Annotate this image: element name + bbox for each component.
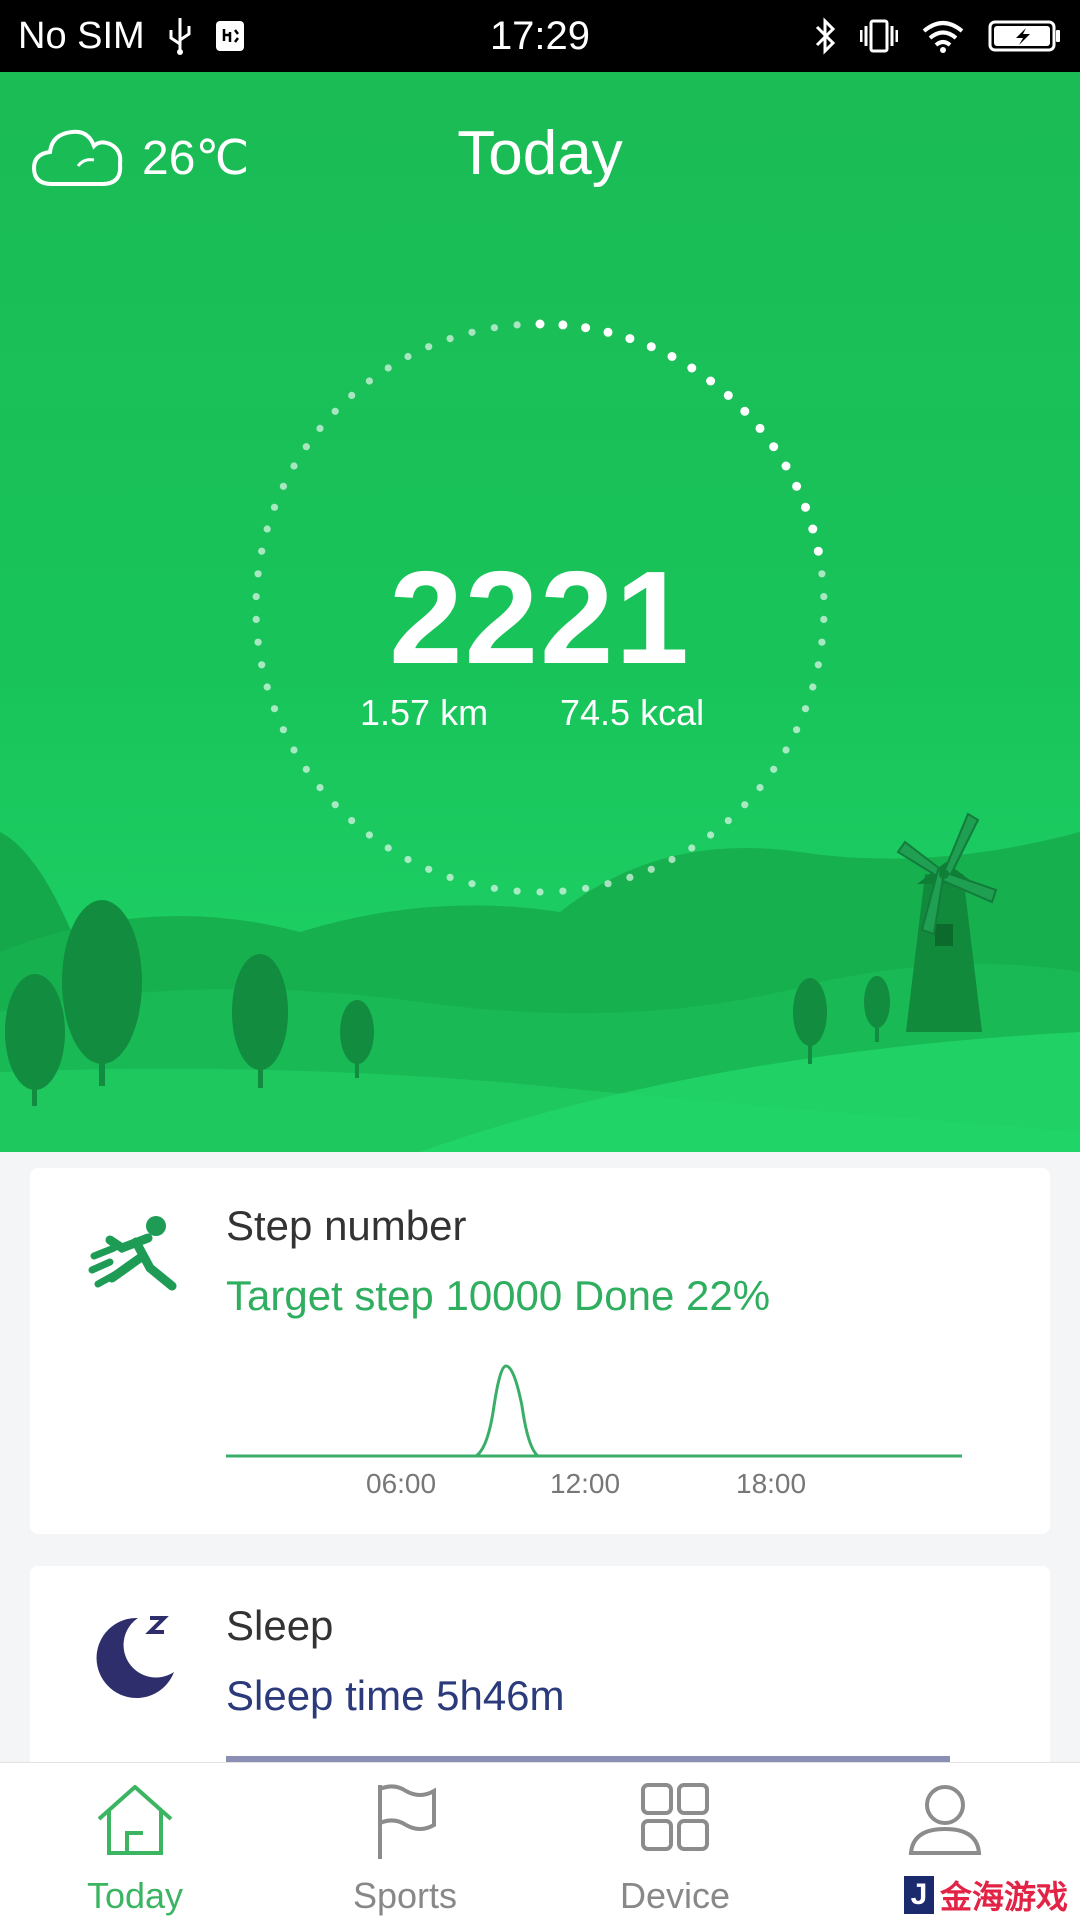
progress-dot <box>270 503 279 511</box>
progress-dot <box>384 844 392 852</box>
battery-charging-icon <box>988 19 1062 53</box>
progress-dot <box>687 363 697 373</box>
watermark-text: 金海游戏 <box>940 1879 1069 1915</box>
progress-dot <box>793 726 801 734</box>
progress-dot <box>558 320 568 330</box>
wifi-icon <box>922 19 964 53</box>
progress-dot <box>781 461 791 471</box>
progress-dot <box>706 376 716 386</box>
grid-icon <box>540 1781 810 1853</box>
progress-dot <box>490 884 498 892</box>
time-tick-0600: 06:00 <box>366 1468 437 1499</box>
nav-item-sports[interactable]: Sports <box>270 1763 540 1921</box>
progress-dot <box>468 328 476 336</box>
progress-dot <box>604 880 612 888</box>
progress-dot <box>290 746 298 754</box>
progress-dot <box>801 502 810 512</box>
progress-dot <box>279 726 287 734</box>
today-summary-hero: 26℃ Today 2221 1.57 km 74.5 kcal <box>0 72 1080 1152</box>
progress-dot <box>290 462 298 470</box>
progress-dot <box>302 443 310 451</box>
progress-dot <box>446 873 454 882</box>
progress-dot <box>302 765 310 773</box>
step-count: 2221 <box>389 544 691 691</box>
user-icon <box>810 1781 1080 1857</box>
progress-dot <box>755 423 765 433</box>
moon-sleep-icon <box>88 1610 178 1705</box>
progress-dot <box>279 482 287 490</box>
progress-dot <box>688 844 696 852</box>
status-bar: No SIM 17:29 <box>0 0 1080 72</box>
progress-dot <box>513 887 521 895</box>
progress-dot <box>756 784 764 792</box>
progress-dot <box>404 352 412 361</box>
progress-dot <box>384 364 392 372</box>
progress-dot <box>668 855 676 864</box>
progress-dot <box>581 323 591 333</box>
progress-dot <box>741 801 749 809</box>
sleep-time-text: Sleep time 5h46m <box>226 1672 565 1719</box>
step-sparkline <box>226 1364 962 1458</box>
progress-dot <box>425 865 433 873</box>
progress-dot <box>365 831 373 839</box>
progress-dot <box>792 481 802 491</box>
calories-value: 74.5 kcal <box>560 692 705 733</box>
progress-dot <box>647 865 655 873</box>
nav-label-device: Device <box>619 1875 731 1916</box>
progress-dot <box>425 343 433 351</box>
nav-item-today[interactable]: Today <box>0 1763 270 1921</box>
progress-dot <box>348 817 356 825</box>
progress-dot <box>707 831 715 839</box>
time-tick-1800: 18:00 <box>736 1468 807 1499</box>
progress-dot <box>365 377 373 385</box>
progress-dot <box>626 873 634 882</box>
flag-icon <box>270 1781 540 1861</box>
progress-dot <box>404 855 412 864</box>
progress-dot <box>769 442 779 452</box>
home-icon <box>0 1781 270 1859</box>
progress-dot <box>331 801 339 809</box>
distance-value: 1.57 km <box>360 692 489 733</box>
progress-dot <box>316 784 324 792</box>
progress-dot <box>316 424 324 432</box>
nav-label-sports: Sports <box>352 1875 458 1916</box>
progress-dot <box>646 342 656 352</box>
runner-icon <box>88 1212 178 1301</box>
watermark-mark: J <box>904 1876 934 1914</box>
watermark-logo: J 金海游戏 <box>904 1872 1068 1918</box>
progress-dot <box>667 352 677 361</box>
nav-label-today: Today <box>86 1875 184 1916</box>
vibrate-icon <box>860 18 898 54</box>
step-card-title: Step number <box>226 1202 467 1249</box>
progress-dot <box>625 334 635 344</box>
time-tick-1200: 12:00 <box>550 1468 621 1499</box>
step-target-text: Target step 10000 Done 22% <box>226 1272 771 1319</box>
progress-dot <box>263 525 271 533</box>
status-right <box>814 0 1062 72</box>
progress-dot <box>808 524 818 534</box>
progress-dot <box>582 884 590 892</box>
progress-dot <box>782 746 790 754</box>
progress-dot <box>446 335 454 343</box>
progress-dot <box>801 705 810 713</box>
progress-dot <box>559 887 567 895</box>
progress-dot <box>348 391 356 399</box>
progress-dot <box>724 817 732 825</box>
sleep-card-title: Sleep <box>226 1602 334 1649</box>
progress-dot <box>331 407 339 415</box>
progress-dot <box>770 765 778 773</box>
page-title: Today <box>457 119 623 188</box>
step-number-card[interactable]: Step number Target step 10000 Done 22% 0… <box>30 1168 1050 1534</box>
bluetooth-icon <box>814 17 836 55</box>
progress-dot <box>468 880 476 888</box>
progress-dot <box>490 324 498 332</box>
progress-dot <box>536 888 544 896</box>
progress-dot <box>535 319 545 329</box>
progress-dot <box>513 321 521 329</box>
nav-item-device[interactable]: Device <box>540 1763 810 1921</box>
progress-dot <box>270 705 279 713</box>
progress-dot <box>740 406 750 416</box>
progress-dot <box>723 390 733 400</box>
progress-dot <box>603 327 613 337</box>
